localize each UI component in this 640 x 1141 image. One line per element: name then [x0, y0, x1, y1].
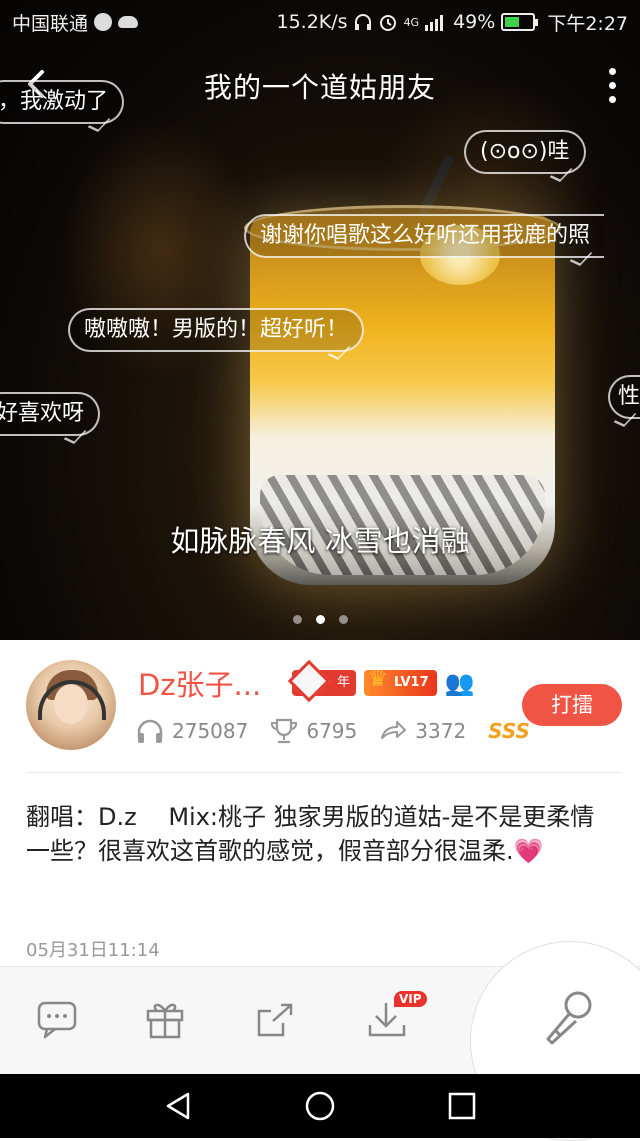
triangle-back-icon	[166, 1092, 190, 1120]
year-badge[interactable]: 年	[292, 670, 356, 696]
more-options-button[interactable]	[602, 64, 622, 108]
circle-home-icon	[305, 1091, 335, 1121]
gift-icon	[146, 1003, 184, 1039]
song-description: 翻唱：D.z Mix:桃子 独家男版的道姑-是不是更柔情一些？很喜欢这首歌的感觉…	[26, 800, 616, 868]
square-recents-icon	[448, 1092, 476, 1120]
headphones-icon	[354, 14, 371, 30]
group-icon[interactable]: 👥	[445, 670, 475, 696]
share-arrow-icon	[381, 721, 407, 739]
vip-badge: VIP	[394, 991, 427, 1007]
nav-home-button[interactable]	[304, 1090, 336, 1122]
status-bar: 中国联通 15.2K/s 4G 49% 下午2:27	[0, 0, 640, 44]
trophy-icon	[271, 718, 298, 744]
notification-icon	[94, 13, 113, 31]
net-speed: 15.2K/s	[276, 11, 348, 33]
signal-type: 4G	[403, 15, 420, 29]
divider	[26, 772, 622, 773]
danmaku-comment: ，我激动了	[0, 80, 125, 124]
carrier-label: 中国联通	[12, 12, 89, 35]
signal-icon	[425, 15, 444, 31]
avatar[interactable]	[26, 660, 116, 750]
system-nav-bar	[0, 1074, 640, 1138]
weather-icon	[118, 16, 139, 28]
trophies-stat: 6795	[270, 718, 357, 744]
carousel-dot[interactable]	[292, 615, 302, 624]
badges: 年 LV17 👥	[292, 667, 475, 696]
more-dot	[608, 68, 616, 75]
rank-badge: SSS	[488, 719, 530, 743]
danmaku-comment: 好喜欢呀	[0, 392, 101, 436]
more-dot	[608, 82, 616, 89]
shares-stat: 3372	[379, 718, 466, 744]
share-icon	[257, 1003, 293, 1037]
nav-back-button[interactable]	[162, 1090, 194, 1122]
level-badge[interactable]: LV17	[364, 667, 437, 696]
microphone-icon	[546, 991, 592, 1045]
battery-icon	[501, 13, 539, 31]
stats-row: 275087 6795 3372 SSS	[136, 718, 530, 744]
danmaku-comment: 谢谢你唱歌这么好听还用我鹿的照	[244, 214, 605, 258]
publish-time: 05月31日11:14	[26, 940, 160, 961]
download-button[interactable]: VIP	[366, 991, 427, 1041]
carousel-indicator	[0, 615, 640, 624]
clock: 下午2:27	[547, 12, 628, 35]
more-dot	[608, 96, 616, 103]
comment-button[interactable]	[35, 997, 79, 1041]
carousel-dot[interactable]	[338, 615, 348, 624]
lyric-subtitle: 如脉脉春风 冰雪也消融	[170, 524, 470, 558]
danmaku-comment: 性	[608, 375, 640, 419]
danmaku-comment: 嗷嗷嗷！男版的！超好听！	[68, 308, 365, 352]
shares-count: 3372	[415, 719, 467, 743]
bottom-toolbar: VIP	[0, 941, 640, 1141]
challenge-button[interactable]: 打擂	[522, 684, 622, 726]
heart-emoji: 💗	[513, 837, 544, 865]
singer-info: Dz张子... 年 LV17 👥 275087 6795 3372 SSS 打擂	[0, 640, 640, 772]
comment-icon	[37, 1001, 77, 1039]
carousel-dot-active[interactable]	[315, 615, 325, 624]
video-player[interactable]: 中国联通 15.2K/s 4G 49% 下午2:27 我的一个道姑朋友 ，我激动…	[0, 0, 640, 640]
battery-percent: 49%	[453, 11, 496, 33]
headphones-icon	[137, 719, 163, 743]
gift-button[interactable]	[143, 997, 187, 1041]
username[interactable]: Dz张子...	[138, 662, 261, 704]
alarm-icon	[379, 15, 396, 31]
nav-recents-button[interactable]	[446, 1090, 478, 1122]
sing-button[interactable]	[538, 987, 598, 1047]
listens-count: 275087	[172, 719, 249, 743]
trophies-count: 6795	[306, 719, 358, 743]
description-text: 翻唱：D.z Mix:桃子 独家男版的道姑-是不是更柔情一些？很喜欢这首歌的感觉…	[26, 803, 595, 865]
share-button[interactable]	[253, 997, 297, 1041]
listens-stat: 275087	[136, 718, 248, 744]
danmaku-comment: (⊙o⊙)哇	[464, 130, 586, 174]
